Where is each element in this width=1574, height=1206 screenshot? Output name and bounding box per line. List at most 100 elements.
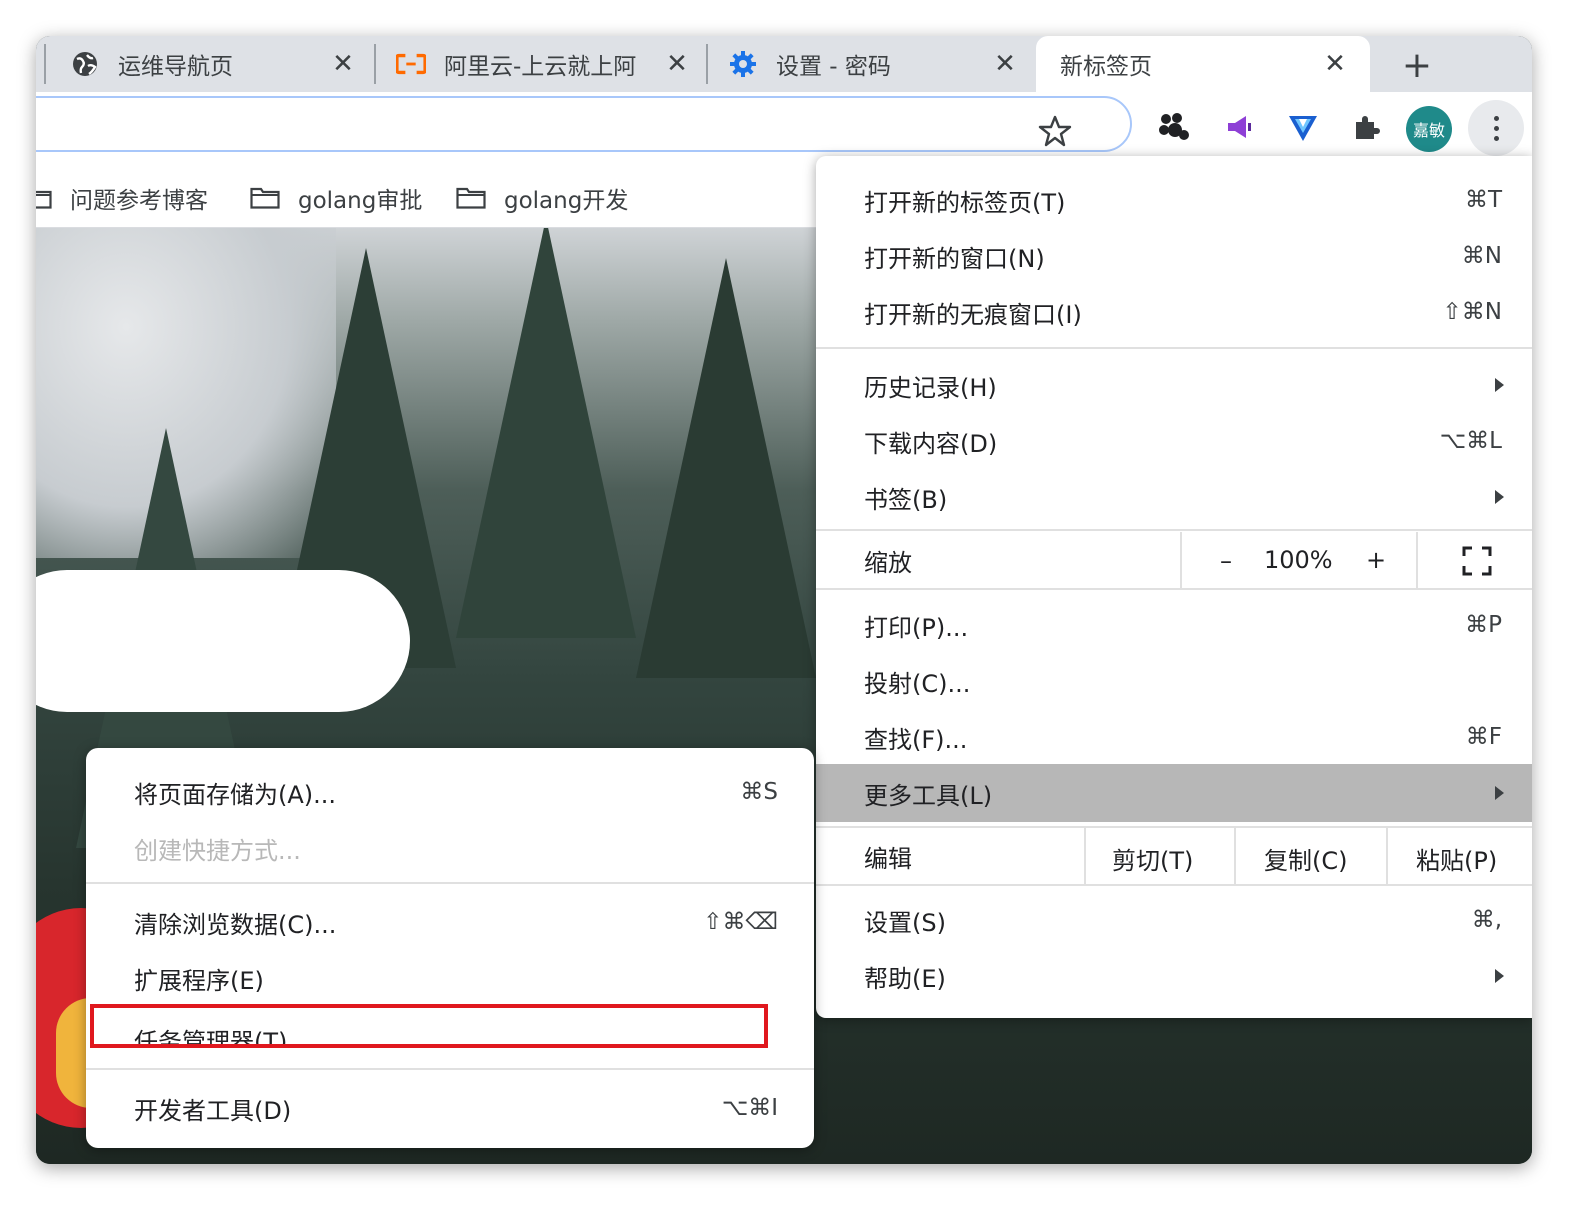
aliyun-logo-icon	[396, 49, 426, 79]
submenu-arrow-icon	[1495, 490, 1504, 504]
menu-item-settings[interactable]: 设置(S) ⌘,	[816, 892, 1532, 948]
close-icon[interactable]: ✕	[990, 49, 1020, 79]
menu-item-label: 打开新的标签页(T)	[864, 188, 1066, 217]
submenu-item-create-shortcut: 创建快捷方式...	[86, 820, 814, 876]
submenu-item-clear-browsing-data[interactable]: 清除浏览数据(C)... ⇧⌘⌫	[86, 894, 814, 950]
menu-item-label: 扩展程序(E)	[134, 966, 264, 995]
menu-item-print[interactable]: 打印(P)... ⌘P	[816, 597, 1532, 653]
more-dot-icon	[1493, 115, 1499, 121]
tab-settings-password[interactable]: 设置 - 密码 ✕	[728, 36, 1028, 92]
menu-item-more-tools[interactable]: 更多工具(L)	[816, 764, 1532, 822]
submenu-item-extensions[interactable]: 扩展程序(E)	[86, 950, 814, 1006]
browser-window: 运维导航页 ✕ 阿里云-上云就上阿 ✕ 设置 - 密码 ✕ 新标签页 ✕ + 嘉…	[36, 36, 1532, 1164]
submenu-arrow-icon	[1495, 378, 1504, 392]
bookmark-folder[interactable]: golang开发	[456, 182, 628, 214]
folder-icon	[36, 190, 52, 209]
menu-item-label: 设置(S)	[864, 908, 946, 937]
zoom-out-button[interactable]: –	[1206, 547, 1246, 575]
paste-button[interactable]: 粘贴(P)	[1416, 841, 1497, 876]
menu-separator	[816, 588, 1532, 590]
submenu-arrow-icon	[1495, 969, 1504, 983]
menu-item-label: 创建快捷方式...	[134, 836, 301, 865]
menu-item-label: 打开新的窗口(N)	[864, 244, 1045, 273]
tab-separator	[706, 44, 708, 84]
copy-button[interactable]: 复制(C)	[1264, 841, 1347, 876]
menu-item-label: 打开新的无痕窗口(I)	[864, 300, 1082, 329]
extension-megaphone-icon[interactable]	[1222, 110, 1256, 144]
menu-item-shortcut: ⌘T	[1464, 187, 1502, 213]
zoom-divider	[1416, 532, 1418, 588]
cut-button[interactable]: 剪切(T)	[1112, 841, 1193, 876]
menu-separator	[816, 529, 1532, 531]
bookmark-folder[interactable]: 问题参考博客	[36, 182, 208, 214]
menu-separator	[86, 1068, 814, 1070]
chrome-main-menu: 打开新的标签页(T) ⌘T 打开新的窗口(N) ⌘N 打开新的无痕窗口(I) ⇧…	[816, 156, 1532, 1018]
menu-separator	[816, 884, 1532, 886]
menu-item-new-incognito-window[interactable]: 打开新的无痕窗口(I) ⇧⌘N	[816, 284, 1532, 340]
extensions-puzzle-icon[interactable]	[1350, 110, 1384, 144]
tab-title: 设置 - 密码	[776, 54, 891, 80]
menu-item-history[interactable]: 历史记录(H)	[816, 357, 1532, 413]
zoom-in-button[interactable]: +	[1356, 546, 1396, 574]
menu-item-bookmarks[interactable]: 书签(B)	[816, 469, 1532, 525]
fullscreen-icon[interactable]	[1462, 546, 1492, 576]
menu-item-label: 帮助(E)	[864, 964, 946, 993]
submenu-item-save-page[interactable]: 将页面存储为(A)... ⌘S	[86, 764, 814, 820]
menu-item-shortcut: ⌘P	[1465, 612, 1502, 638]
tab-aliyun[interactable]: 阿里云-上云就上阿 ✕	[396, 36, 696, 92]
menu-item-find[interactable]: 查找(F)... ⌘F	[816, 709, 1532, 765]
menu-item-label: 查找(F)...	[864, 725, 968, 754]
menu-item-shortcut: ⌥⌘L	[1439, 428, 1502, 454]
folder-icon	[456, 187, 486, 209]
background-tree	[636, 258, 816, 678]
menu-zoom-row: 缩放	[816, 532, 1532, 588]
edit-divider	[1084, 828, 1086, 884]
menu-item-shortcut: ⌘S	[740, 779, 778, 805]
profile-avatar[interactable]: 嘉敏	[1406, 106, 1452, 152]
zoom-label: 缩放	[864, 548, 912, 577]
menu-item-new-tab[interactable]: 打开新的标签页(T) ⌘T	[816, 172, 1532, 228]
zoom-divider	[1180, 532, 1182, 588]
bookmark-label: golang开发	[504, 188, 629, 214]
zoom-level: 100%	[1264, 546, 1333, 574]
folder-icon	[250, 187, 280, 209]
bookmark-folder[interactable]: golang审批	[250, 182, 422, 214]
new-tab-button[interactable]: +	[1394, 42, 1440, 88]
extension-paw-icon[interactable]	[1156, 110, 1190, 144]
menu-item-help[interactable]: 帮助(E)	[816, 948, 1532, 1004]
edit-divider	[1234, 828, 1236, 884]
tab-title: 阿里云-上云就上阿	[444, 54, 637, 80]
submenu-item-developer-tools[interactable]: 开发者工具(D) ⌥⌘I	[86, 1080, 814, 1136]
more-dot-icon	[1493, 135, 1499, 141]
edit-label: 编辑	[864, 844, 912, 873]
ntp-search-box[interactable]	[36, 570, 410, 712]
menu-item-new-window[interactable]: 打开新的窗口(N) ⌘N	[816, 228, 1532, 284]
close-icon[interactable]: ✕	[662, 49, 692, 79]
close-icon[interactable]: ✕	[328, 49, 358, 79]
extension-v-shield-icon[interactable]	[1286, 110, 1320, 144]
menu-item-shortcut: ⌘,	[1471, 907, 1502, 933]
tab-new-tab[interactable]: 新标签页 ✕	[1036, 36, 1370, 92]
menu-item-label: 将页面存储为(A)...	[134, 780, 337, 809]
menu-separator	[86, 882, 814, 884]
gear-icon	[728, 49, 758, 79]
menu-item-label: 打印(P)...	[864, 613, 969, 642]
bookmark-star-icon[interactable]	[1038, 114, 1072, 148]
chrome-menu-button[interactable]	[1468, 100, 1524, 156]
address-bar[interactable]	[36, 96, 1132, 152]
menu-item-label: 书签(B)	[864, 485, 948, 514]
menu-item-cast[interactable]: 投射(C)...	[816, 653, 1532, 709]
menu-item-shortcut: ⌘N	[1461, 243, 1502, 269]
tab-ops-nav[interactable]: 运维导航页 ✕	[70, 36, 370, 92]
menu-item-label: 更多工具(L)	[864, 781, 993, 810]
menu-item-shortcut: ⌘F	[1465, 724, 1502, 750]
menu-item-label: 清除浏览数据(C)...	[134, 910, 337, 939]
tab-strip: 运维导航页 ✕ 阿里云-上云就上阿 ✕ 设置 - 密码 ✕ 新标签页 ✕ +	[36, 36, 1532, 92]
menu-item-label: 投射(C)...	[864, 669, 971, 698]
menu-item-downloads[interactable]: 下载内容(D) ⌥⌘L	[816, 413, 1532, 469]
menu-separator	[816, 347, 1532, 349]
menu-item-shortcut: ⇧⌘N	[1442, 299, 1502, 325]
menu-item-label: 历史记录(H)	[864, 373, 997, 402]
more-tools-submenu: 将页面存储为(A)... ⌘S 创建快捷方式... 清除浏览数据(C)... ⇧…	[86, 748, 814, 1148]
close-icon[interactable]: ✕	[1320, 49, 1350, 79]
